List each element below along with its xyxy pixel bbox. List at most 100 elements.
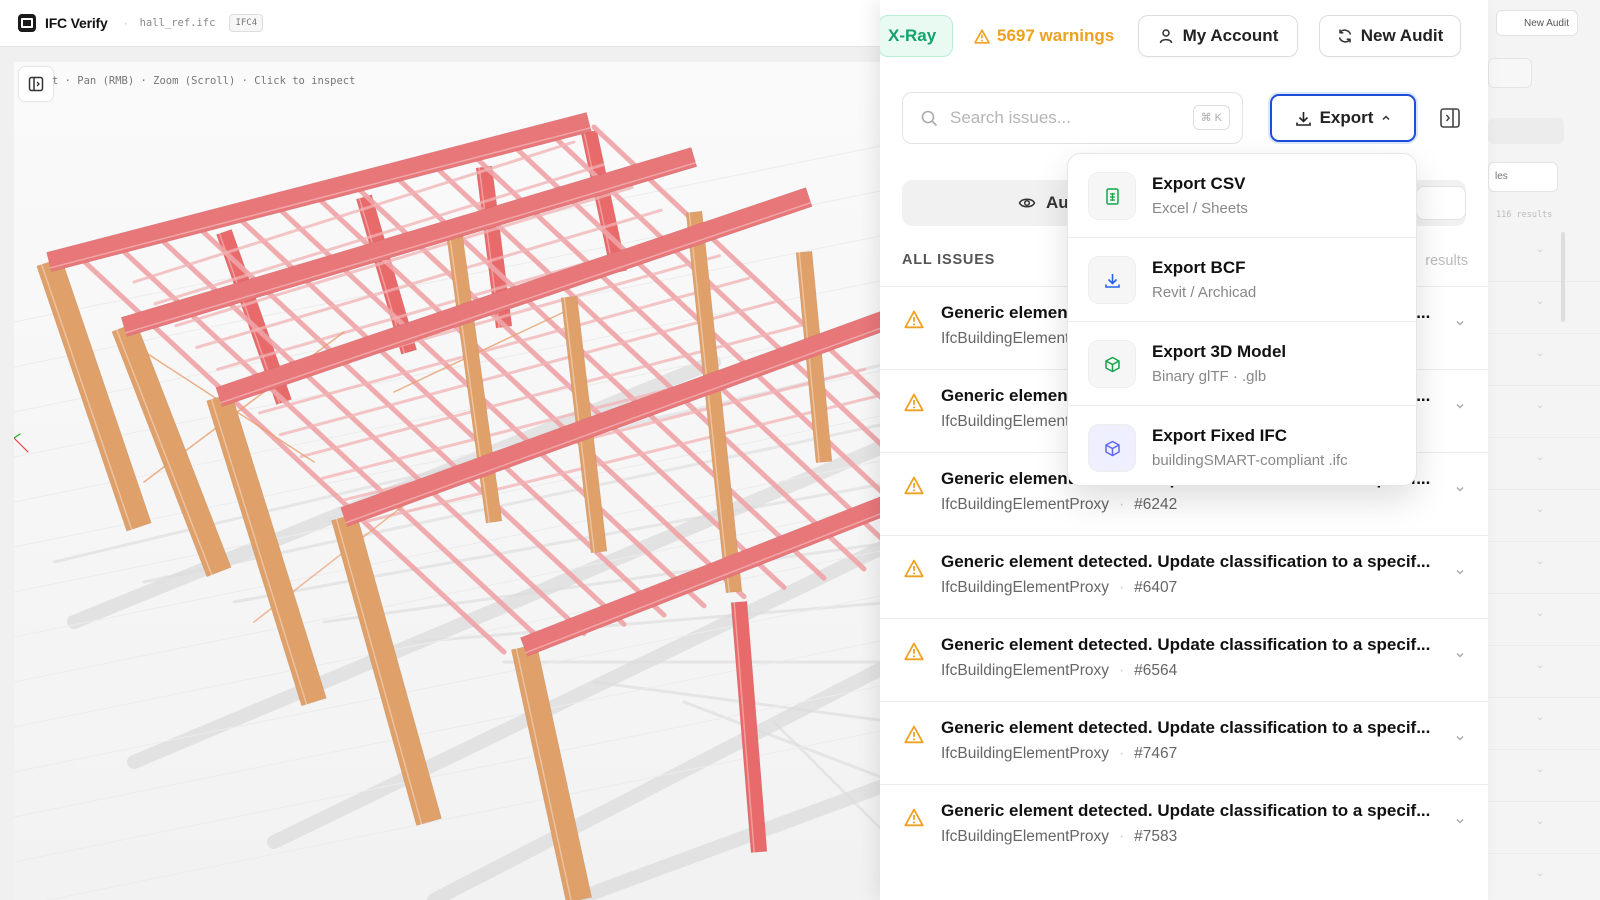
chevron-down-icon[interactable]: [1454, 483, 1466, 495]
column-highlight[interactable]: [40, 263, 133, 531]
title-separator: ·: [123, 16, 128, 30]
section-title: ALL ISSUES: [902, 252, 996, 268]
background-row: ⌄: [1488, 386, 1600, 438]
background-select: [1488, 58, 1532, 88]
issue-type: IfcBuildingElementProxy: [941, 579, 1109, 596]
chevron-up-icon: [1382, 115, 1390, 121]
issue-id: #7583: [1134, 828, 1178, 845]
new-audit-label: New Audit: [1360, 26, 1444, 45]
download-icon: [1104, 273, 1120, 288]
collapse-panel-button[interactable]: [1436, 104, 1464, 132]
export-fixed-ifc-item[interactable]: Export Fixed IFC buildingSMART-compliant …: [1068, 406, 1416, 485]
warnings-counter[interactable]: 5697 warnings: [974, 15, 1114, 57]
issue-title: Generic element detected. Update classif…: [941, 801, 1431, 820]
issue-type: IfcBuildingElementProxy: [941, 662, 1109, 679]
chevron-down-icon[interactable]: [1454, 649, 1466, 661]
tab-secondary[interactable]: [1416, 186, 1466, 220]
issue-id: #7467: [1134, 745, 1178, 762]
export-3d-model-item[interactable]: Export 3D Model Binary glTF · .glb: [1068, 322, 1416, 406]
menu-item-icon-box: [1088, 172, 1136, 220]
chevron-down-icon[interactable]: [1454, 566, 1466, 578]
warning-icon: [974, 28, 990, 44]
warning-icon: [904, 642, 924, 661]
issue-meta: IfcBuildingElementProxy · #6407: [941, 579, 1178, 596]
export-bcf-item[interactable]: Export BCF Revit / Archicad: [1068, 238, 1416, 322]
menu-item-label: Export CSV: [1152, 174, 1246, 193]
background-row: ⌄: [1488, 490, 1600, 542]
background-row: ⌄: [1488, 646, 1600, 698]
background-row: ⌄: [1488, 802, 1600, 854]
spreadsheet-icon: [1105, 187, 1119, 205]
issue-id: #6242: [1134, 496, 1178, 513]
box-icon: [1104, 440, 1120, 456]
search-box[interactable]: ⌘ K: [902, 92, 1243, 144]
my-account-label: My Account: [1182, 26, 1279, 45]
menu-item-icon-box: [1088, 424, 1136, 472]
background-row: ⌄: [1488, 594, 1600, 646]
chevron-down-icon[interactable]: [1454, 400, 1466, 412]
issue-id: #6407: [1134, 579, 1178, 596]
issue-title: Generic element detected. Update classif…: [941, 635, 1431, 654]
menu-item-icon-box: [1088, 340, 1136, 388]
export-label: Export: [1319, 108, 1374, 127]
xray-label: X-Ray: [888, 26, 937, 45]
app-logo-icon: [18, 14, 36, 32]
background-new-audit-button: New Audit: [1496, 10, 1578, 36]
new-audit-button[interactable]: New Audit: [1319, 15, 1461, 57]
column[interactable]: [111, 321, 232, 578]
export-button[interactable]: Export: [1270, 94, 1416, 142]
my-account-button[interactable]: My Account: [1138, 15, 1298, 57]
issue-row[interactable]: Generic element detected. Update classif…: [880, 784, 1488, 867]
warning-icon: [904, 476, 924, 495]
background-row: ⌄: [1488, 438, 1600, 490]
axis-x[interactable]: [14, 437, 29, 453]
search-shortcut: ⌘ K: [1192, 105, 1230, 130]
background-row: ⌄: [1488, 698, 1600, 750]
issue-type: IfcBuildingElementProxy: [941, 745, 1109, 762]
warning-icon: [904, 393, 924, 412]
menu-item-label: Export BCF: [1152, 258, 1246, 277]
menu-item-sublabel: Revit / Archicad: [1152, 284, 1257, 301]
issue-meta: IfcBuildingElementProxy · #6564: [941, 662, 1178, 679]
background-tab: les: [1488, 162, 1558, 192]
issue-row[interactable]: Generic element detected. Update classif…: [880, 535, 1488, 618]
search-icon: [921, 110, 938, 126]
file-name: hall_ref.ifc: [139, 17, 216, 29]
warning-icon: [904, 725, 924, 744]
chevron-down-icon[interactable]: [1454, 732, 1466, 744]
background-panel: New Audit les 116 results ⌄ ⌄ ⌄ ⌄ ⌄ ⌄ ⌄ ⌄ ⌄ ⌄ ⌄ ⌄ ⌄: [1488, 0, 1600, 900]
issue-type: IfcBuildingElementProxy: [941, 828, 1109, 845]
issue-row[interactable]: Generic element detected. Update classif…: [880, 618, 1488, 701]
background-row: ⌄: [1488, 230, 1600, 282]
sidebar-icon: [28, 76, 44, 92]
user-icon: [1159, 29, 1172, 44]
chevron-down-icon[interactable]: [1454, 815, 1466, 827]
warning-icon: [904, 559, 924, 578]
cube-icon: [1104, 356, 1120, 372]
app-title: IFC Verify: [45, 15, 108, 31]
schema-badge: IFC4: [229, 14, 264, 32]
export-dropdown: Export CSV Excel / Sheets Export BCF Revit …: [1067, 153, 1417, 486]
warning-icon: [904, 808, 924, 827]
eye-icon: [1018, 198, 1036, 208]
background-results: 116 results: [1496, 210, 1553, 220]
menu-item-sublabel: buildingSMART-compliant .ifc: [1152, 452, 1348, 469]
menu-item-label: Export 3D Model: [1152, 342, 1287, 361]
xray-toggle[interactable]: X-Ray: [880, 15, 953, 57]
structure-model[interactable]: [14, 62, 900, 900]
export-csv-item[interactable]: Export CSV Excel / Sheets: [1068, 154, 1416, 238]
menu-item-label: Export Fixed IFC: [1152, 426, 1288, 445]
section-count: results: [1425, 253, 1468, 269]
sidebar-toggle-button[interactable]: [18, 66, 54, 102]
search-input[interactable]: [950, 108, 1190, 128]
background-row: ⌄: [1488, 542, 1600, 594]
issue-title: Generic element detected. Update classif…: [941, 718, 1431, 737]
issue-row[interactable]: Generic element detected. Update classif…: [880, 701, 1488, 784]
issue-meta: IfcBuildingElementProxy · #7467: [941, 745, 1178, 762]
issue-type: IfcBuildingElementProxy: [941, 496, 1109, 513]
issue-id: #6564: [1134, 662, 1178, 679]
3d-viewport[interactable]: t · Pan (RMB) · Zoom (Scroll) · Click to…: [14, 62, 900, 900]
axis-y[interactable]: [14, 433, 21, 439]
menu-item-icon-box: [1088, 256, 1136, 304]
chevron-down-icon[interactable]: [1454, 317, 1466, 329]
